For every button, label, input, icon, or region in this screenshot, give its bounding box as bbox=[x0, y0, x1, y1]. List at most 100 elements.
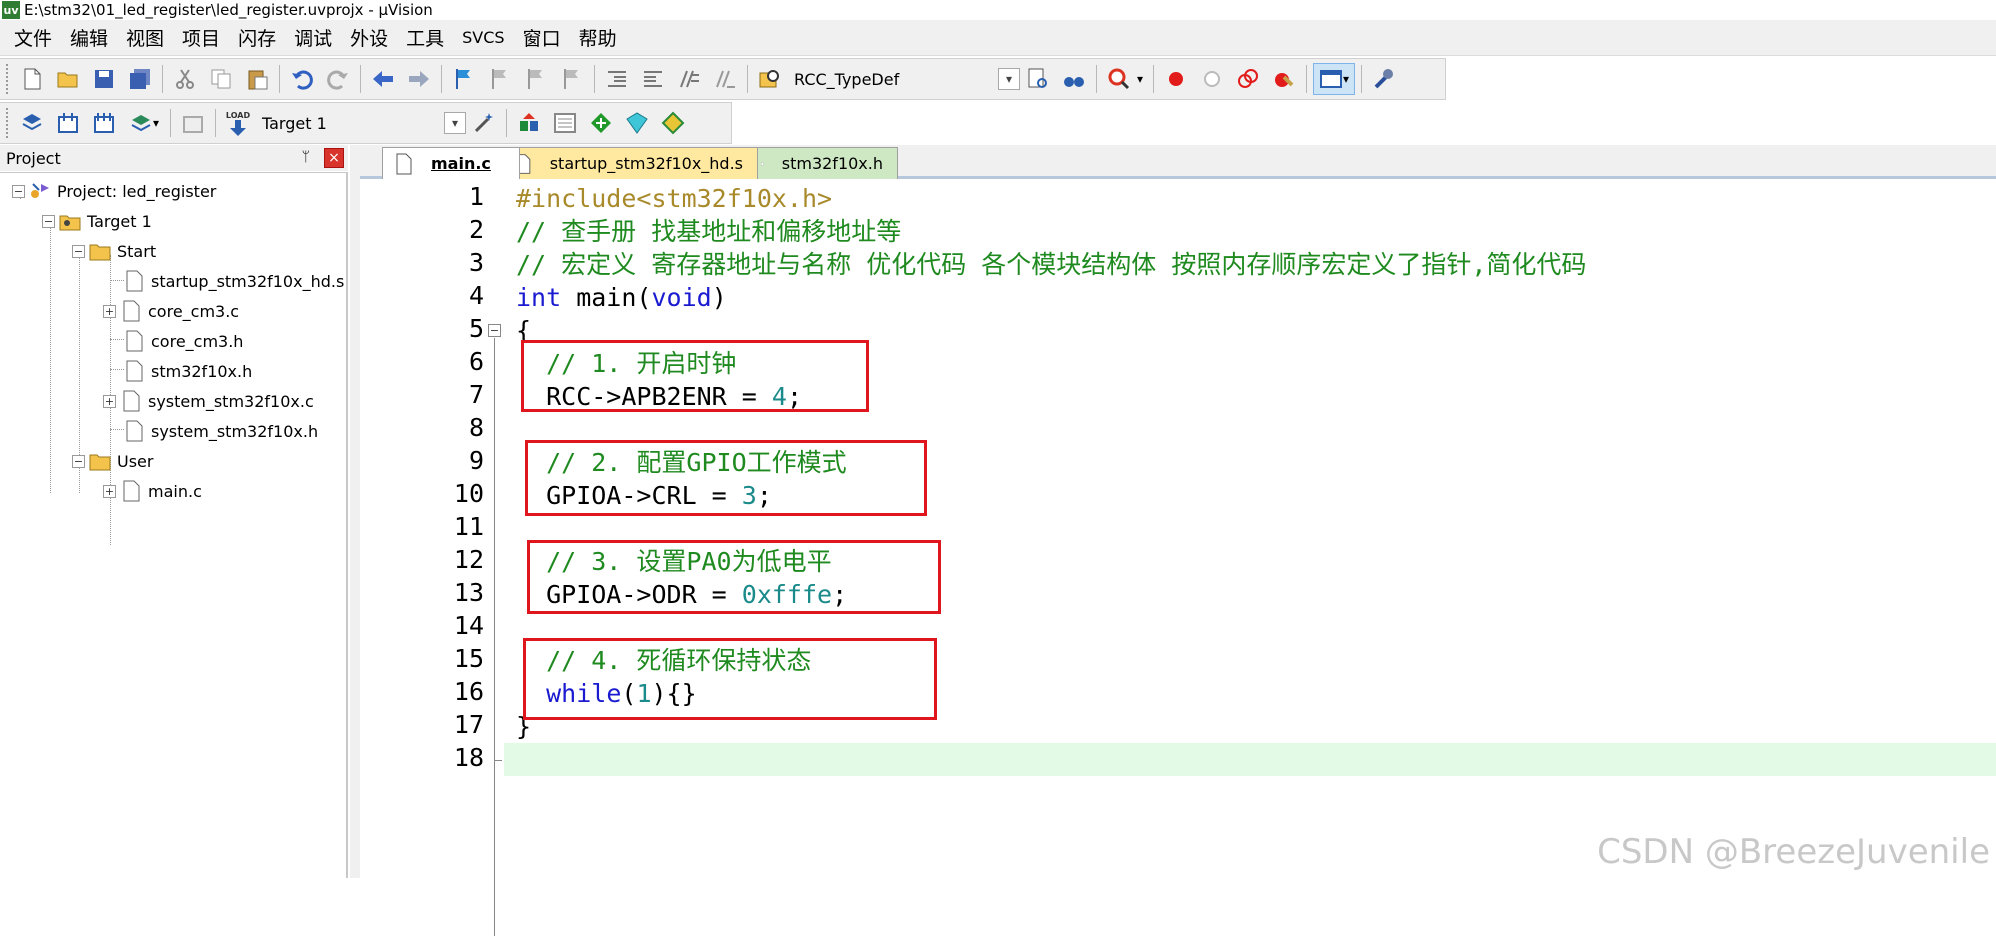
open-file-button[interactable] bbox=[52, 63, 84, 95]
menu-flash[interactable]: 闪存 bbox=[238, 24, 276, 51]
menu-file[interactable]: 文件 bbox=[14, 24, 52, 51]
nav-forward-button[interactable] bbox=[403, 63, 435, 95]
target-select[interactable]: Target 1 ▾ bbox=[256, 109, 466, 137]
unindent-button[interactable] bbox=[637, 63, 669, 95]
toolbar-grip[interactable] bbox=[6, 108, 10, 138]
menu-peripherals[interactable]: 外设 bbox=[350, 24, 388, 51]
copy-button[interactable] bbox=[205, 63, 237, 95]
toolbar-grip[interactable] bbox=[6, 64, 10, 94]
cut-button[interactable] bbox=[169, 63, 201, 95]
incremental-find-button[interactable] bbox=[1058, 63, 1090, 95]
chevron-down-icon[interactable]: ▾ bbox=[998, 68, 1020, 90]
code-area[interactable]: #include<stm32f10x.h> // 查手册 找基地址和偏移地址等 //… bbox=[504, 182, 1996, 878]
expand-icon[interactable]: + bbox=[103, 484, 116, 498]
paste-button[interactable] bbox=[241, 63, 273, 95]
find-combo[interactable]: RCC_TypeDef ▾ bbox=[788, 65, 1020, 93]
batch-build-button[interactable]: ▾ bbox=[124, 107, 164, 139]
close-icon[interactable]: × bbox=[324, 148, 344, 168]
find-in-files-button[interactable] bbox=[754, 63, 786, 95]
bookmark-next-button[interactable] bbox=[520, 63, 552, 95]
tree-item-file[interactable]: system_stm32f10x.h bbox=[123, 417, 318, 445]
collapse-icon[interactable]: − bbox=[42, 214, 55, 228]
disable-all-breakpoints-button[interactable] bbox=[1232, 63, 1264, 95]
insert-breakpoint-button[interactable] bbox=[1160, 63, 1192, 95]
unindent-icon bbox=[644, 71, 662, 87]
tree-item-file[interactable]: + core_cm3.c bbox=[103, 297, 239, 325]
tree-item-target-1[interactable]: − Target 1 bbox=[42, 207, 152, 235]
menu-debug[interactable]: 调试 bbox=[294, 24, 332, 51]
manage-run-time-button[interactable] bbox=[585, 107, 617, 139]
bookmark-toggle-button[interactable] bbox=[448, 63, 480, 95]
code-line[interactable]: #include<stm32f10x.h> bbox=[516, 182, 832, 215]
panel-splitter[interactable] bbox=[350, 145, 360, 878]
save-button[interactable] bbox=[88, 63, 120, 95]
file-icon bbox=[123, 390, 140, 412]
menu-svcs[interactable]: SVCS bbox=[462, 28, 504, 47]
collapse-icon[interactable]: − bbox=[72, 244, 85, 258]
target-options-button[interactable] bbox=[468, 107, 500, 139]
pin-icon[interactable]: ᛘ bbox=[302, 149, 310, 165]
menu-tools[interactable]: 工具 bbox=[406, 24, 444, 51]
nav-back-button[interactable] bbox=[367, 63, 399, 95]
software-packs-button[interactable] bbox=[657, 107, 689, 139]
menu-view[interactable]: 视图 bbox=[126, 24, 164, 51]
open-folder-icon bbox=[57, 72, 78, 88]
debug-dropdown-button[interactable]: ▾ bbox=[1133, 63, 1147, 95]
bookmark-prev-button[interactable] bbox=[484, 63, 516, 95]
project-panel-header: Project ᛘ × bbox=[0, 145, 348, 171]
line-number: 11 bbox=[453, 512, 484, 541]
expand-icon[interactable]: + bbox=[103, 394, 116, 408]
chevron-down-icon: ▾ bbox=[1136, 72, 1144, 86]
download-button[interactable]: LOAD bbox=[222, 107, 254, 139]
menu-window[interactable]: 窗口 bbox=[523, 24, 561, 51]
menu-help[interactable]: 帮助 bbox=[579, 24, 617, 51]
fold-collapse-icon[interactable]: − bbox=[488, 324, 501, 337]
expand-icon[interactable]: + bbox=[103, 304, 116, 318]
kill-all-breakpoints-button[interactable] bbox=[1268, 63, 1300, 95]
menu-project[interactable]: 项目 bbox=[182, 24, 220, 51]
code-line[interactable]: int main(void) bbox=[516, 281, 727, 314]
collapse-icon[interactable]: − bbox=[12, 184, 25, 198]
tree-item-file[interactable]: + main.c bbox=[103, 477, 202, 505]
tree-item-label: Target 1 bbox=[87, 211, 152, 231]
line-number: 10 bbox=[453, 479, 484, 508]
code-line[interactable]: // 查手册 找基地址和偏移地址等 bbox=[516, 215, 901, 248]
tree-item-group-start[interactable]: − Start bbox=[72, 237, 156, 265]
new-file-button[interactable] bbox=[16, 63, 48, 95]
indent-button[interactable] bbox=[601, 63, 633, 95]
build-button[interactable] bbox=[52, 107, 84, 139]
uncomment-button[interactable] bbox=[709, 63, 741, 95]
translate-button[interactable] bbox=[16, 107, 48, 139]
collapse-icon[interactable]: − bbox=[72, 454, 85, 468]
tab-stm32f10x-h[interactable]: stm32f10x.h bbox=[748, 147, 898, 179]
code-line[interactable]: // 宏定义 寄存器地址与名称 优化代码 各个模块结构体 按照内存顺序宏定义了指… bbox=[516, 248, 1586, 281]
tree-item-file[interactable]: startup_stm32f10x_hd.s bbox=[123, 267, 344, 295]
tree-item-project[interactable]: − Project: led_register bbox=[12, 177, 216, 205]
rebuild-button[interactable] bbox=[88, 107, 120, 139]
tab-main-c[interactable]: main.c bbox=[382, 147, 520, 179]
code-editor[interactable]: 1 2 3 4 5 6 7 8 9 10 11 12 13 14 15 16 17 18 − #include<s… bbox=[362, 182, 1996, 936]
tree-item-group-user[interactable]: − User bbox=[72, 447, 153, 475]
bookmark-clear-button[interactable] bbox=[556, 63, 588, 95]
configure-button[interactable] bbox=[1368, 63, 1400, 95]
manage-project-items-button[interactable] bbox=[513, 107, 545, 139]
tree-item-file[interactable]: stm32f10x.h bbox=[123, 357, 252, 385]
pack-installer-button[interactable] bbox=[621, 107, 653, 139]
window-layout-button[interactable]: ▾ bbox=[1313, 63, 1355, 95]
disable-breakpoint-button[interactable] bbox=[1196, 63, 1228, 95]
tree-item-file[interactable]: + system_stm32f10x.c bbox=[103, 387, 314, 415]
tab-startup-stm32f10x-hd-s[interactable]: startup_stm32f10x_hd.s bbox=[502, 147, 758, 179]
stop-build-button[interactable] bbox=[177, 107, 209, 139]
chevron-down-icon[interactable]: ▾ bbox=[444, 112, 466, 134]
menu-edit[interactable]: 编辑 bbox=[70, 24, 108, 51]
save-all-button[interactable] bbox=[124, 63, 156, 95]
tree-item-file[interactable]: core_cm3.h bbox=[123, 327, 243, 355]
redo-button[interactable] bbox=[322, 63, 354, 95]
debug-session-button[interactable] bbox=[1103, 63, 1135, 95]
comment-button[interactable] bbox=[673, 63, 705, 95]
tree-item-label: core_cm3.c bbox=[148, 301, 240, 321]
line-number: 6 bbox=[468, 347, 484, 376]
undo-button[interactable] bbox=[286, 63, 318, 95]
select-packs-button[interactable] bbox=[549, 107, 581, 139]
find-button[interactable] bbox=[1022, 63, 1054, 95]
